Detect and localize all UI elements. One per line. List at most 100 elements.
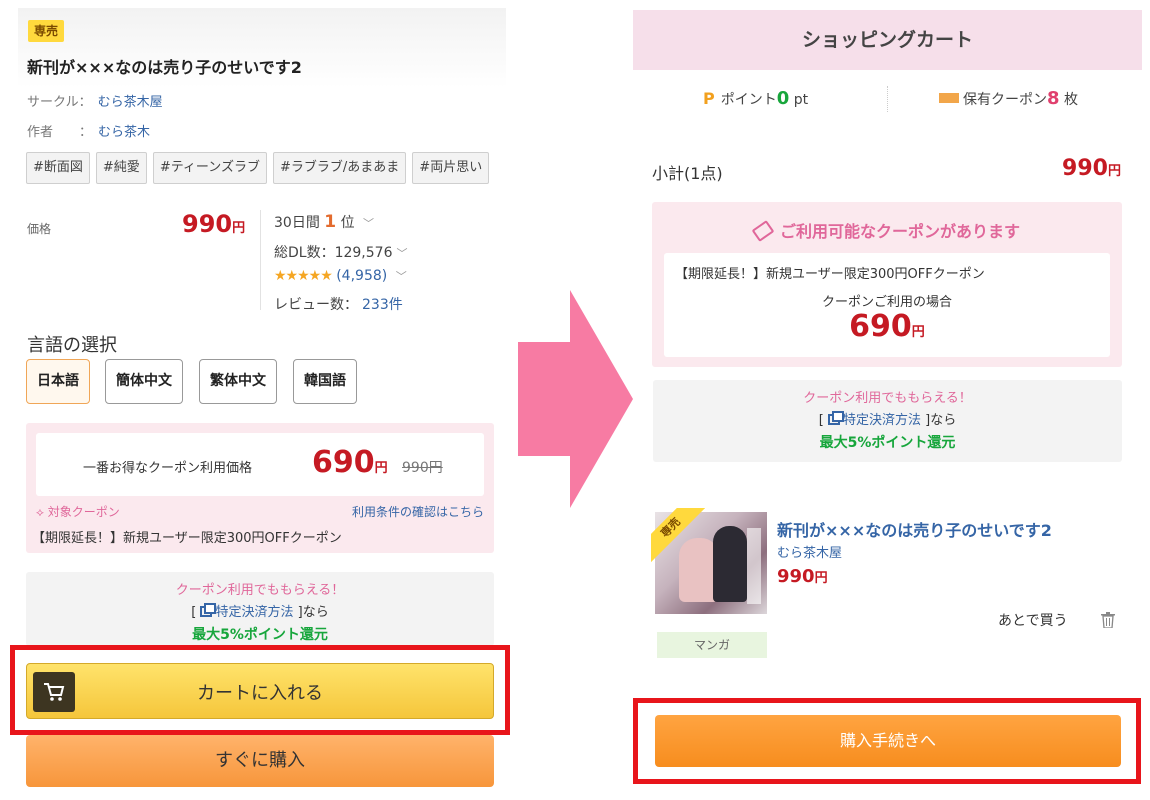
chevron-down-icon: ﹀ [396, 247, 408, 260]
coupon-price: 690円 [664, 309, 1110, 344]
rank-prefix: 30日間 [274, 215, 320, 231]
product-detail-panel: 専売 新刊が×××なのは売り子のせいです2 サークル： むら茶木屋 作者 ： むら茶木… [0, 0, 520, 800]
downloads-text: 総DL数：129,576 [274, 245, 393, 261]
bonus-bracket-open: [ [818, 413, 824, 428]
buy-later-button[interactable]: あとで買う [998, 610, 1068, 630]
add-to-cart-label: カートに入れる [197, 683, 323, 704]
product-price: 990円 [182, 210, 245, 238]
tag-item[interactable]: #純愛 [95, 152, 147, 184]
add-to-cart-button[interactable]: カートに入れる [26, 663, 494, 719]
language-traditional-chinese-button[interactable]: 繁体中文 [199, 359, 277, 404]
exclusive-badge: 専売 [28, 20, 65, 42]
points-balance: P ポイント0 pt [703, 88, 808, 109]
author-label: 作者 [27, 125, 54, 140]
cart-item-title[interactable]: 新刊が×××なのは売り子のせいです2 [777, 517, 1052, 541]
bonus-bracket-open: [ [191, 605, 197, 620]
target-coupon-text: 対象クーポン [47, 505, 120, 519]
author-link[interactable]: むら茶木 [98, 125, 150, 140]
star-rating-icon: ★★★★★ [274, 268, 333, 284]
cart-item-circle[interactable]: むら茶木屋 [777, 542, 842, 561]
bonus-bracket-close: ]なら [297, 605, 329, 620]
coupon-ticket-icon: ⟡ [36, 505, 44, 519]
arrow-right-icon [518, 290, 633, 508]
point-p-icon: P [703, 89, 715, 108]
coupon-terms-link[interactable]: 利用条件の確認はこちら [352, 503, 484, 520]
coupon-ticket-icon [939, 93, 959, 103]
tag-item[interactable]: #両片思い [412, 152, 490, 184]
subtotal-yen: 円 [1107, 164, 1121, 179]
points-unit: pt [793, 92, 809, 108]
available-coupon-text: ご利用可能なクーポンがあります [779, 222, 1020, 241]
reviews-label: レビュー数： [274, 297, 358, 313]
rank-suffix: 位 [340, 215, 355, 231]
available-coupon-title: ご利用可能なクーポンがあります [652, 218, 1122, 242]
cart-page-header: ショッピングカート [633, 10, 1142, 70]
ranking-stat[interactable]: 30日間 1 位 ﹀ [274, 212, 374, 232]
coupon-price-yen: 円 [911, 325, 925, 340]
stats-divider [260, 210, 261, 310]
chevron-down-icon: ﹀ [363, 217, 375, 230]
coupon-ticket-icon [751, 220, 775, 242]
price-yen: 円 [232, 221, 246, 236]
rank-number: 1 [324, 212, 337, 232]
bonus-bracket-close: ]なら [925, 413, 957, 428]
downloads-stat[interactable]: 総DL数：129,576 ﹀ [274, 242, 407, 262]
language-simplified-chinese-button[interactable]: 簡体中文 [105, 359, 183, 404]
tag-item[interactable]: #ラブラブ/あまあま [273, 152, 407, 184]
coupons-unit: 枚 [1063, 92, 1078, 108]
payment-method-link[interactable]: 特定決済方法 [827, 411, 921, 428]
bonus-payment-row: [ 特定決済方法 ]なら [653, 410, 1122, 432]
target-coupon-label: ⟡ 対象クーポン [36, 503, 120, 520]
circle-row: サークル： むら茶木屋 [27, 91, 163, 110]
cart-item-price-value: 990 [777, 566, 815, 587]
buy-now-button[interactable]: すぐに購入 [26, 735, 494, 787]
circle-label: サークル： [27, 95, 92, 110]
rating-count: (4,958) [336, 268, 388, 284]
best-coupon-panel: 一番お得なクーポン利用価格 690円 990円 ⟡ 対象クーポン 利用条件の確認… [26, 423, 494, 553]
bonus-points-text: 最大5%ポイント還元 [819, 435, 956, 451]
points-value: 0 [776, 88, 790, 109]
bonus-title: クーポン利用でももらえる！ [803, 391, 972, 406]
best-price-yen: 円 [374, 461, 388, 476]
language-section-title: 言語の選択 [27, 335, 117, 356]
payment-method-text: 特定決済方法 [215, 605, 294, 620]
chevron-down-icon: ﹀ [395, 270, 407, 283]
points-coupons-row: P ポイント0 pt 保有クーポン8 枚 [633, 80, 1142, 118]
genre-tag: マンガ [657, 632, 767, 658]
tag-item[interactable]: #ティーンズラブ [152, 152, 268, 184]
cart-item-price-yen: 円 [814, 571, 828, 586]
circle-link[interactable]: むら茶木屋 [98, 95, 163, 110]
best-price: 690円 [312, 445, 388, 480]
payment-method-link[interactable]: 特定決済方法 [200, 603, 294, 620]
exclusive-corner-badge: 専売 [651, 508, 705, 562]
points-label: ポイント [720, 92, 777, 108]
coupon-description: 【期限延長！】新規ユーザー限定300円OFFクーポン [675, 267, 985, 282]
payment-bonus-panel: クーポン利用でももらえる！ [ 特定決済方法 ]なら 最大5%ポイント還元 [26, 572, 494, 646]
owned-coupons[interactable]: 保有クーポン8 枚 [939, 88, 1078, 109]
best-price-box: 一番お得なクーポン利用価格 690円 990円 [36, 433, 484, 496]
language-korean-button[interactable]: 韓国語 [293, 359, 357, 404]
price-label: 価格 [27, 222, 52, 236]
checkout-button[interactable]: 購入手続きへ [655, 715, 1121, 767]
points-divider [887, 86, 888, 112]
available-coupon-card[interactable]: 【期限延長！】新規ユーザー限定300円OFFクーポン クーポンご利用の場合 69… [664, 253, 1110, 357]
rating-stat[interactable]: ★★★★★ (4,958) ﹀ [274, 268, 407, 284]
payment-bonus-panel: クーポン利用でももらえる！ [ 特定決済方法 ]なら 最大5%ポイント還元 [653, 380, 1122, 462]
language-japanese-button[interactable]: 日本語 [26, 359, 90, 404]
external-link-icon [200, 603, 217, 617]
reviews-stat: レビュー数： 233件 [274, 294, 403, 314]
coupon-when-label: クーポンご利用の場合 [821, 295, 952, 310]
coupon-price-value: 690 [849, 309, 912, 344]
trash-icon[interactable] [1101, 612, 1115, 628]
payment-method-text: 特定決済方法 [842, 413, 921, 428]
product-title: 新刊が×××なのは売り子のせいです2 [27, 58, 302, 77]
subtotal-label: 小計(1点) [652, 164, 723, 183]
original-price: 990円 [402, 460, 443, 476]
cart-item: 専売 マンガ 新刊が×××なのは売り子のせいです2 むら茶木屋 990円 あとで… [651, 508, 1125, 662]
coupons-label: 保有クーポン [963, 92, 1047, 108]
available-coupon-panel: ご利用可能なクーポンがあります 【期限延長！】新規ユーザー限定300円OFFクー… [652, 202, 1122, 367]
tag-item[interactable]: #断面図 [26, 152, 90, 184]
reviews-link[interactable]: 233件 [362, 297, 403, 313]
bonus-payment-row: [ 特定決済方法 ]なら [26, 602, 494, 624]
best-price-value: 690 [312, 445, 375, 480]
